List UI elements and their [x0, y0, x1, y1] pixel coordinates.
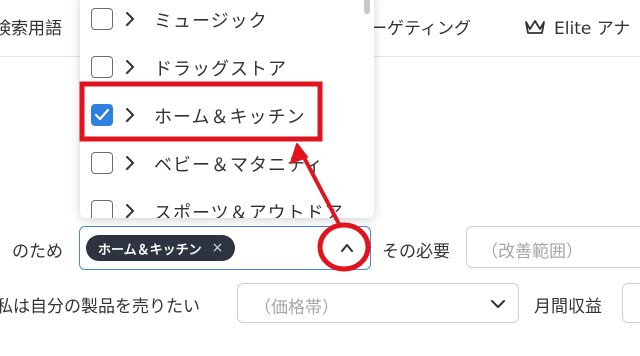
chevron-right-icon[interactable] — [124, 154, 136, 172]
monthly-revenue-label: 月間収益 — [534, 297, 602, 317]
dropdown-item-label: ベビー＆マタニティ — [154, 155, 324, 176]
for-label: のため — [12, 242, 63, 262]
monthly-revenue-input[interactable] — [622, 283, 640, 323]
chevron-right-icon[interactable] — [124, 58, 136, 76]
nav-targeting[interactable]: ーゲティング — [370, 14, 471, 39]
dropdown-item-home-kitchen[interactable]: ホーム＆キッチン — [80, 92, 374, 140]
dropdown-item-baby-maternity[interactable]: ベビー＆マタニティ — [80, 140, 374, 188]
dropdown-item-music[interactable]: ミュージック — [80, 0, 374, 44]
check-icon — [94, 108, 110, 121]
price-range-select[interactable]: （価格帯） — [237, 283, 519, 323]
selected-category-chip: ホーム＆キッチン × — [86, 235, 236, 261]
dropdown-item-label: ミュージック — [154, 11, 268, 32]
nav-elite-label: Elite アナ — [554, 19, 631, 39]
chip-remove-icon[interactable]: × — [212, 240, 224, 256]
checkbox-checked[interactable] — [91, 104, 113, 126]
chevron-right-icon[interactable] — [124, 10, 136, 28]
dropdown-item-sports-outdoor[interactable]: スポーツ＆アウトドア — [80, 188, 374, 218]
dropdown-scrollbar[interactable] — [364, 0, 370, 14]
nav-elite-analysis[interactable]: Elite アナ — [524, 14, 630, 39]
chevron-right-icon[interactable] — [124, 106, 136, 124]
checkbox[interactable] — [91, 56, 113, 78]
checkbox[interactable] — [91, 152, 113, 174]
price-range-placeholder: （価格帯） — [254, 298, 339, 318]
sell-label: 私は自分の製品を売りたい — [0, 297, 200, 317]
dropdown-item-drugstore[interactable]: ドラッグストア — [80, 44, 374, 92]
chip-label: ホーム＆キッチン — [98, 242, 202, 258]
nav-search-terms[interactable]: 検索用語 — [0, 14, 62, 39]
dropdown-item-label: スポーツ＆アウトドア — [154, 203, 344, 218]
checkbox[interactable] — [91, 8, 113, 30]
improvement-range-input[interactable]: （改善範囲） — [466, 226, 640, 268]
chevron-down-icon — [491, 300, 505, 308]
category-dropdown: ミュージック ドラッグストア ホーム＆キッチン ベビー＆マタニティ スポーツ＆ア… — [80, 0, 374, 218]
chevron-up-icon[interactable] — [338, 239, 356, 257]
dropdown-item-label: ホーム＆キッチン — [154, 107, 306, 128]
category-multiselect[interactable]: ホーム＆キッチン × — [79, 226, 371, 270]
crown-icon — [525, 19, 545, 34]
need-label: その必要 — [382, 242, 450, 262]
checkbox[interactable] — [91, 200, 113, 218]
chevron-right-icon[interactable] — [124, 202, 136, 218]
dropdown-item-label: ドラッグストア — [154, 59, 287, 80]
improvement-range-placeholder: （改善範囲） — [481, 242, 583, 262]
